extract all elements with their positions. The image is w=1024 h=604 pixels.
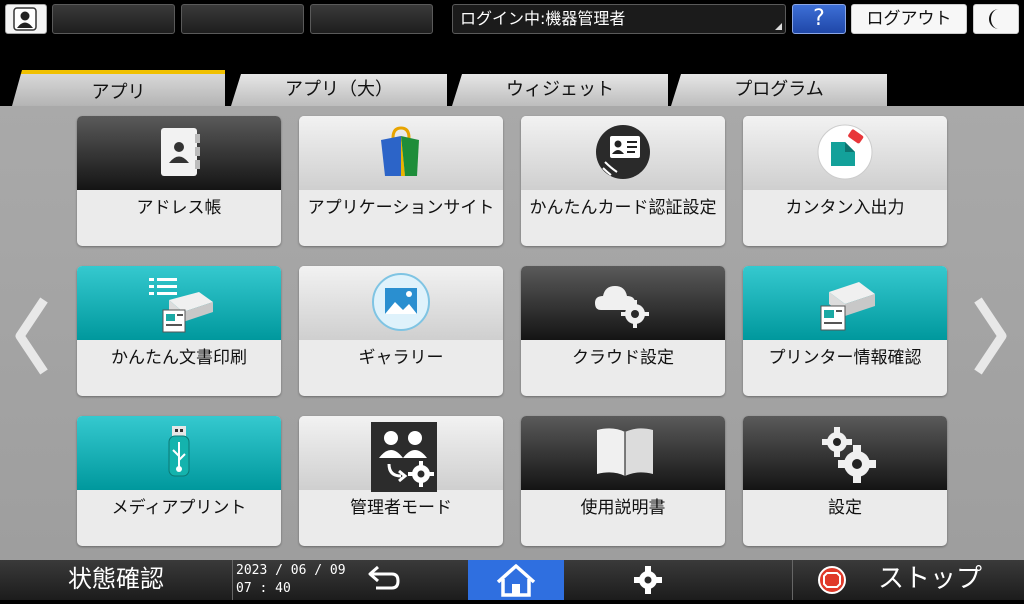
blank-slot-3: [310, 4, 433, 34]
time-label: 07 : 40: [236, 581, 291, 596]
user-button[interactable]: [5, 4, 47, 34]
app-grid-area: アドレス帳 アプリケーションサイト かんたんカード認証設定 カンタン入出力 かん…: [0, 106, 1024, 560]
tab-label: アプリ（大）: [285, 79, 393, 100]
back-button[interactable]: [344, 560, 416, 600]
stop-label: ストップ: [878, 564, 983, 594]
gear-icon: [634, 566, 662, 594]
divider: [792, 560, 793, 600]
id-card-icon: [596, 125, 650, 179]
app-tile-label: 設定: [828, 498, 862, 518]
usb-icon: [168, 426, 190, 477]
home-icon: [496, 564, 536, 597]
app-tile-user-manual[interactable]: 使用説明書: [521, 416, 725, 546]
tab-label: ウィジェット: [506, 79, 614, 100]
status-check-label: 状態確認: [68, 565, 164, 593]
divider: [232, 560, 233, 600]
tab-bar: アプリ アプリ（大） ウィジェット プログラム: [0, 40, 1024, 106]
cloud-settings-icon: [595, 286, 649, 328]
gears-icon: [822, 427, 876, 483]
back-arrow-icon: [368, 565, 400, 590]
app-tile-printer-info[interactable]: プリンター情報確認: [743, 266, 947, 396]
blank-slot-1: [52, 4, 175, 34]
user-icon: [13, 7, 37, 31]
next-page-arrow-icon[interactable]: [968, 296, 1012, 376]
status-check-button[interactable]: 状態確認: [0, 560, 232, 600]
app-tile-card-auth-settings[interactable]: かんたんカード認証設定: [521, 116, 725, 246]
app-tile-label: アプリケーションサイト: [307, 198, 495, 218]
app-tile-label: 管理者モード: [350, 498, 452, 518]
app-tile-label: メディアプリント: [111, 498, 247, 518]
stop-button[interactable]: ストップ: [794, 560, 1024, 600]
dropdown-corner-icon: [775, 23, 782, 30]
login-status-label: ログイン中:機器管理者: [460, 9, 626, 28]
app-tile-easy-io[interactable]: カンタン入出力: [743, 116, 947, 246]
tab-apps-large[interactable]: アプリ（大）: [231, 74, 447, 106]
login-status-dropdown[interactable]: ログイン中:機器管理者: [452, 4, 786, 34]
app-tile-label: カンタン入出力: [785, 198, 905, 218]
date-label: 2023 / 06 / 09: [236, 563, 346, 578]
easy-io-icon: [817, 124, 873, 180]
app-tile-cloud-settings[interactable]: クラウド設定: [521, 266, 725, 396]
printer-info-icon: [820, 282, 875, 331]
admin-mode-icon: [371, 422, 437, 492]
bottom-bar: 状態確認 2023 / 06 / 09 07 : 40 ストップ: [0, 560, 1024, 600]
moon-icon: [989, 9, 999, 29]
app-tile-label: かんたん文書印刷: [111, 348, 247, 368]
manual-book-icon: [597, 428, 653, 476]
logout-button[interactable]: ログアウト: [851, 4, 967, 34]
gallery-icon: [372, 273, 430, 331]
app-tile-label: ギャラリー: [358, 348, 444, 368]
address-book-icon: [161, 128, 200, 176]
tab-programs[interactable]: プログラム: [671, 74, 887, 106]
blank-slot-2: [181, 4, 304, 34]
home-button[interactable]: [468, 560, 564, 600]
app-tile-settings[interactable]: 設定: [743, 416, 947, 546]
logout-label: ログアウト: [866, 9, 952, 29]
tab-widgets[interactable]: ウィジェット: [452, 74, 668, 106]
app-tile-label: プリンター情報確認: [768, 348, 922, 368]
tab-label: プログラム: [734, 79, 824, 100]
app-tile-admin-mode[interactable]: 管理者モード: [299, 416, 503, 546]
shopping-bag-icon: [381, 126, 419, 176]
help-label: ?: [813, 6, 825, 31]
app-tile-label: 使用説明書: [580, 498, 666, 518]
energy-saver-button[interactable]: [973, 4, 1019, 34]
settings-shortcut-button[interactable]: [612, 560, 684, 600]
tab-label: アプリ: [91, 82, 146, 103]
app-tile-address-book[interactable]: アドレス帳: [77, 116, 281, 246]
stop-icon: [818, 566, 846, 594]
document-print-icon: [149, 278, 213, 333]
app-tile-label: アドレス帳: [136, 198, 222, 218]
app-tile-gallery[interactable]: ギャラリー: [299, 266, 503, 396]
date-time-display: 2023 / 06 / 09 07 : 40: [236, 562, 346, 598]
app-tile-label: かんたんカード認証設定: [529, 198, 717, 218]
tab-apps[interactable]: アプリ: [12, 70, 225, 106]
app-tile-application-site[interactable]: アプリケーションサイト: [299, 116, 503, 246]
app-tile-media-print[interactable]: メディアプリント: [77, 416, 281, 546]
previous-page-arrow-icon[interactable]: [10, 296, 54, 376]
app-tile-easy-document-print[interactable]: かんたん文書印刷: [77, 266, 281, 396]
top-bar: ログイン中:機器管理者 ? ログアウト: [0, 0, 1024, 40]
help-button[interactable]: ?: [792, 4, 846, 34]
app-tile-label: クラウド設定: [572, 348, 674, 368]
